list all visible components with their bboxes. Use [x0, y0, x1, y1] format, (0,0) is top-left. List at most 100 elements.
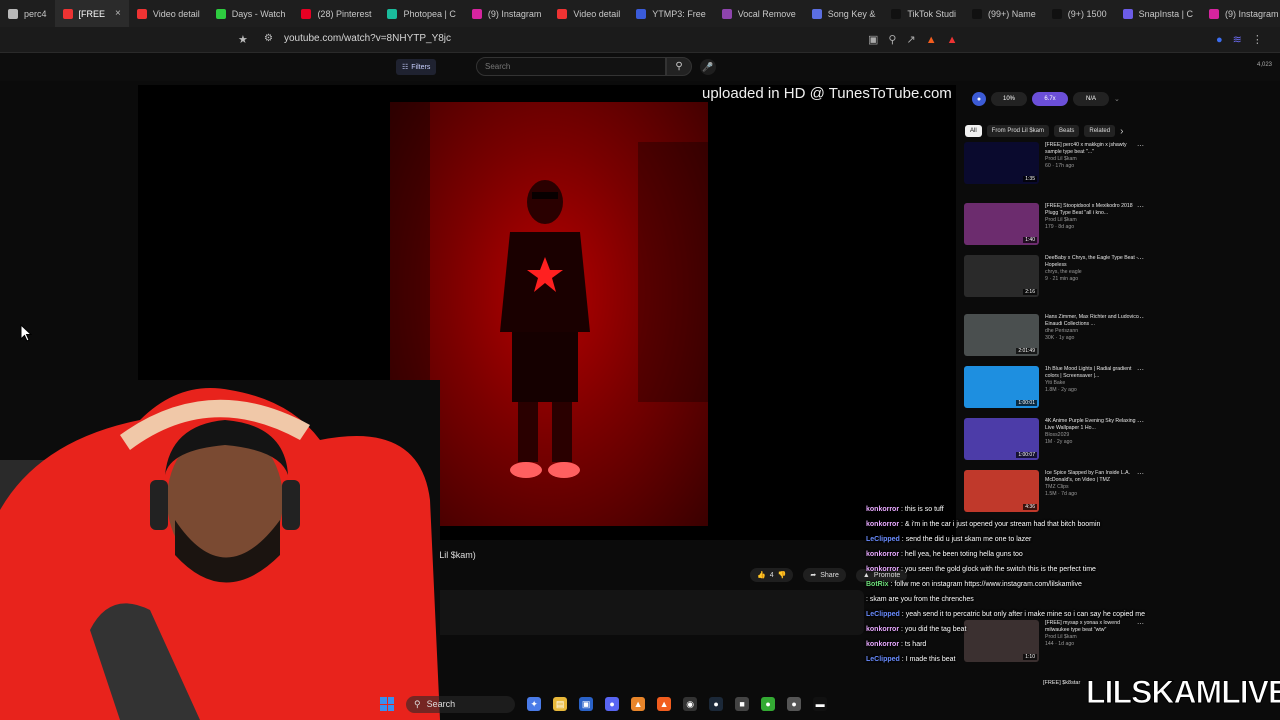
like-button[interactable]: 👍 4 👎 [750, 568, 794, 582]
chevron-down-icon[interactable]: ⌄ [1114, 95, 1120, 103]
extension-icon[interactable]: ● [1216, 34, 1223, 46]
video-title[interactable]: [FREE] perc40 x makkgin x jshawty sample… [1045, 142, 1140, 156]
search-button[interactable]: ⚲ [666, 57, 692, 76]
obs-icon[interactable]: ◉ [683, 697, 698, 711]
tab-favicon-icon [1208, 8, 1219, 19]
browser-tab[interactable]: Days - Watch [208, 0, 294, 27]
video-thumbnail[interactable]: 1:35 [964, 142, 1039, 184]
browser-tab[interactable]: (9+) 1500 [1044, 0, 1115, 27]
recommended-video[interactable]: 1:40 [FREE] Stoopidsool x Mexikodro 2018 … [964, 203, 1144, 248]
quality-extension-logo-icon[interactable]: ● [972, 92, 986, 106]
brave-browser-icon[interactable]: ▲ [657, 697, 672, 711]
video-title[interactable]: 1h Blue Mood Lights | Radial gradient co… [1045, 366, 1140, 380]
bookmark-icon[interactable]: ★ [238, 33, 248, 46]
browser-tab[interactable]: perc4 [0, 0, 55, 27]
quality-pill-1[interactable]: 10% [991, 92, 1027, 106]
close-tab-icon[interactable]: × [115, 8, 121, 19]
video-title[interactable]: [FREE] Stoopidsool x Mexikodro 2018 Plug… [1045, 203, 1140, 217]
recommended-video[interactable]: 2:01:49 Hans Zimmer, Max Richter and Ludo… [964, 314, 1144, 359]
browser-tab[interactable]: (9) Instagram [1201, 0, 1280, 27]
browser-tab[interactable]: TikTok Studi [883, 0, 964, 27]
file-explorer-icon[interactable]: ▤ [553, 697, 568, 711]
share-button[interactable]: ➦ Share [803, 568, 846, 582]
channel-name[interactable]: Yiti Bake [1045, 380, 1140, 387]
video-thumbnail[interactable]: 2:01:49 [964, 314, 1039, 356]
filter-chip[interactable]: All [965, 125, 982, 137]
more-options-icon[interactable]: ⋯ [1137, 255, 1144, 263]
video-thumbnail[interactable]: 2:16 [964, 255, 1039, 297]
video-title[interactable]: Hans Zimmer, Max Richter and Ludovico Ei… [1045, 314, 1140, 328]
video-thumbnail[interactable]: 1:40 [964, 203, 1039, 245]
more-options-icon[interactable]: ⋯ [1137, 142, 1144, 150]
app-icon-3[interactable]: ● [787, 697, 802, 711]
video-meta: 9 · 21 min ago [1045, 276, 1079, 282]
browser-tab[interactable]: Photopea | C [379, 0, 463, 27]
steam-icon[interactable]: ● [709, 697, 724, 711]
capcut-icon[interactable]: ▬ [813, 697, 828, 711]
video-title[interactable]: DeeBaby x Chrys, the Eagle Type Beat - H… [1045, 255, 1140, 269]
filters-button[interactable]: ☷ Filters [396, 59, 437, 75]
taskbar-search[interactable]: ⚲ Search [406, 695, 516, 713]
copilot-icon[interactable]: ✦ [527, 697, 542, 711]
channel-name[interactable]: TMZ Clips [1045, 484, 1140, 491]
quality-pill-2[interactable]: 6.7x [1032, 92, 1068, 106]
voice-search-button[interactable]: 🎤 [700, 59, 716, 75]
browser-tab[interactable]: YTMP3: Free [628, 0, 714, 27]
brave-shield-icon[interactable]: ▲ [926, 34, 937, 46]
app-icon[interactable]: ■ [735, 697, 750, 711]
recommended-video[interactable]: 1:35 [FREE] perc40 x makkgin x jshawty sa… [964, 142, 1144, 187]
filter-icon: ☷ [402, 64, 409, 71]
channel-name[interactable]: chrys, the eagle [1045, 269, 1140, 276]
video-meta: 30K · 1y ago [1045, 335, 1075, 341]
more-options-icon[interactable]: ⋯ [1137, 314, 1144, 322]
video-thumbnail[interactable]: 1:00:01 [964, 366, 1039, 408]
share-icon[interactable]: ↗ [906, 33, 915, 46]
browser-tab[interactable]: Vocal Remove [714, 0, 804, 27]
browser-tab[interactable]: (9) Instagram [464, 0, 550, 27]
browser-tab[interactable]: (99+) Name [964, 0, 1044, 27]
browser-tab[interactable]: Song Key & [804, 0, 884, 27]
rewards-icon[interactable]: ▲ [947, 34, 958, 46]
search-input[interactable]: Search [476, 57, 666, 76]
windows-start-icon[interactable] [380, 697, 394, 711]
browser-tab[interactable]: [FREE × [54, 0, 129, 27]
recommendation-chips: All From Prod Lil $kam Beats Related › [965, 125, 1123, 137]
chevron-right-icon[interactable]: › [1120, 126, 1123, 137]
more-options-icon[interactable]: ⋯ [1137, 470, 1144, 478]
url-text[interactable]: youtube.com/watch?v=8NHYTP_Y8jc [284, 33, 451, 44]
site-info-icon[interactable]: ⚙ [264, 33, 273, 44]
channel-name[interactable]: dhe Periszann [1045, 328, 1140, 335]
thumbs-down-icon[interactable]: 👎 [778, 571, 787, 579]
tab-favicon-icon [557, 8, 568, 19]
browser-tab[interactable]: Video detail [549, 0, 628, 27]
last-recommendation-fragment[interactable]: [FREE] $k8star [1043, 680, 1080, 686]
zoom-icon[interactable]: ⚲ [888, 33, 896, 46]
description-box[interactable] [372, 590, 864, 635]
cast-icon[interactable]: ▣ [868, 33, 878, 46]
voice-extension-icon[interactable]: ≋ [1233, 33, 1242, 46]
filter-chip[interactable]: Beats [1054, 125, 1080, 137]
browser-tab[interactable]: SnapInsta | C [1115, 0, 1201, 27]
video-title[interactable]: 4K Anime Purple Evening Sky Relaxing Liv… [1045, 418, 1140, 432]
browser-tab[interactable]: (28) Pinterest [293, 0, 379, 27]
video-title[interactable]: Ice Spice Slapped by Fan Inside L.A. McD… [1045, 470, 1140, 484]
quality-pill-3[interactable]: N/A [1073, 92, 1109, 106]
channel-name[interactable]: Prod Lil $kam [1045, 217, 1140, 224]
channel-name[interactable]: Prod Lil $kam [1045, 156, 1140, 163]
channel-name[interactable]: Bloss2029 [1045, 432, 1140, 439]
video-thumbnail[interactable]: 1:00:07 [964, 418, 1039, 460]
more-options-icon[interactable]: ⋯ [1137, 366, 1144, 374]
filter-chip[interactable]: From Prod Lil $kam [986, 125, 1050, 137]
filter-chip[interactable]: Related [1084, 125, 1116, 137]
fl-studio-icon[interactable]: ▲ [631, 697, 646, 711]
store-icon[interactable]: ▣ [579, 697, 594, 711]
recommended-video[interactable]: 1:00:07 4K Anime Purple Evening Sky Relax… [964, 418, 1144, 463]
more-options-icon[interactable]: ⋯ [1137, 203, 1144, 211]
discord-icon[interactable]: ● [605, 697, 620, 711]
recommended-video[interactable]: 1:00:01 1h Blue Mood Lights | Radial grad… [964, 366, 1144, 411]
more-options-icon[interactable]: ⋯ [1137, 418, 1144, 426]
browser-tab[interactable]: Video detail [129, 0, 208, 27]
menu-icon[interactable]: ⋮ [1252, 33, 1263, 46]
app-icon-2[interactable]: ● [761, 697, 776, 711]
recommended-video[interactable]: 2:16 DeeBaby x Chrys, the Eagle Type Beat… [964, 255, 1144, 300]
